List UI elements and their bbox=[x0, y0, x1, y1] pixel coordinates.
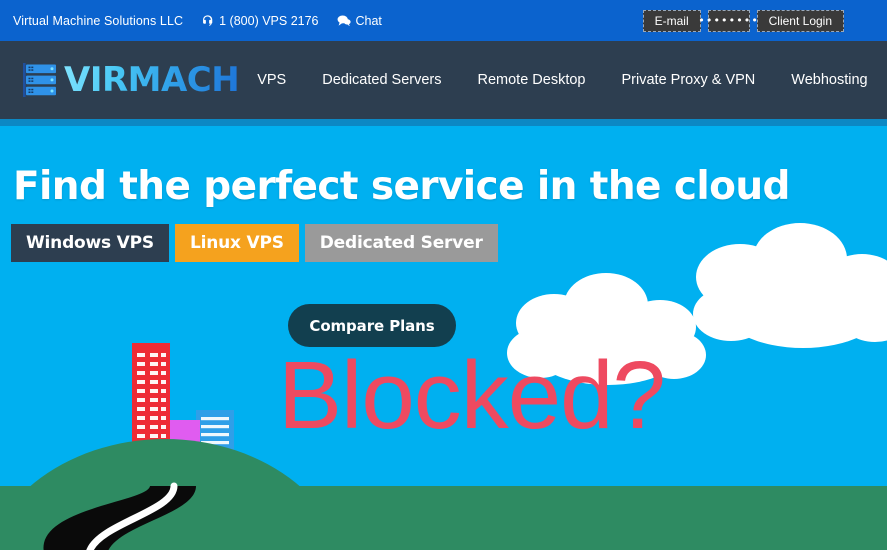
page-root: Virtual Machine Solutions LLC 1 (800) VP… bbox=[0, 0, 887, 550]
chat-link[interactable]: Chat bbox=[337, 14, 382, 28]
logo-wordmark: VIRMACH bbox=[64, 60, 240, 100]
nav-links-list: VPS Dedicated Servers Remote Desktop Pri… bbox=[239, 66, 887, 94]
main-navigation-bar: VIRMACH VPS Dedicated Servers Remote Des… bbox=[0, 41, 887, 119]
blocked-overlay-text: Blocked? bbox=[278, 342, 666, 449]
topbar-login-group: E-mail •••••••• Client Login bbox=[642, 9, 877, 32]
headset-icon bbox=[203, 15, 213, 26]
topbar-left-group: Virtual Machine Solutions LLC 1 (800) VP… bbox=[13, 14, 382, 28]
chat-label: Chat bbox=[355, 13, 382, 28]
nav-item-remote-desktop[interactable]: Remote Desktop bbox=[460, 66, 604, 94]
nav-item-private-proxy-vpn[interactable]: Private Proxy & VPN bbox=[604, 66, 774, 94]
virmach-logo[interactable]: VIRMACH bbox=[22, 60, 240, 100]
nav-item-webhosting[interactable]: Webhosting bbox=[773, 66, 885, 94]
company-name: Virtual Machine Solutions LLC bbox=[13, 13, 184, 28]
hero-banner: Find the perfect service in the cloud Wi… bbox=[0, 119, 887, 550]
hero-headline: Find the perfect service in the cloud bbox=[13, 164, 790, 209]
phone-link[interactable]: 1 (800) VPS 2176 bbox=[201, 13, 319, 28]
server-stack-icon bbox=[23, 63, 56, 97]
password-field[interactable]: •••••••• bbox=[698, 9, 758, 32]
tab-windows-vps[interactable]: Windows VPS bbox=[11, 224, 169, 262]
email-field-button[interactable]: E-mail bbox=[642, 9, 701, 32]
nav-item-vps[interactable]: VPS bbox=[239, 66, 304, 94]
service-tabs: Windows VPS Linux VPS Dedicated Server bbox=[11, 224, 498, 262]
nav-accent-strip bbox=[0, 119, 887, 126]
tab-dedicated-server[interactable]: Dedicated Server bbox=[304, 224, 498, 262]
top-utility-bar: Virtual Machine Solutions LLC 1 (800) VP… bbox=[0, 0, 887, 41]
tab-linux-vps[interactable]: Linux VPS bbox=[174, 224, 299, 262]
nav-item-dedicated-servers[interactable]: Dedicated Servers bbox=[304, 66, 459, 94]
password-masked-value: •••••••• bbox=[698, 14, 759, 27]
chat-bubble-icon bbox=[337, 15, 351, 27]
phone-number: 1 (800) VPS 2176 bbox=[219, 13, 319, 28]
client-login-button[interactable]: Client Login bbox=[756, 9, 844, 32]
compare-plans-button[interactable]: Compare Plans bbox=[288, 304, 456, 347]
